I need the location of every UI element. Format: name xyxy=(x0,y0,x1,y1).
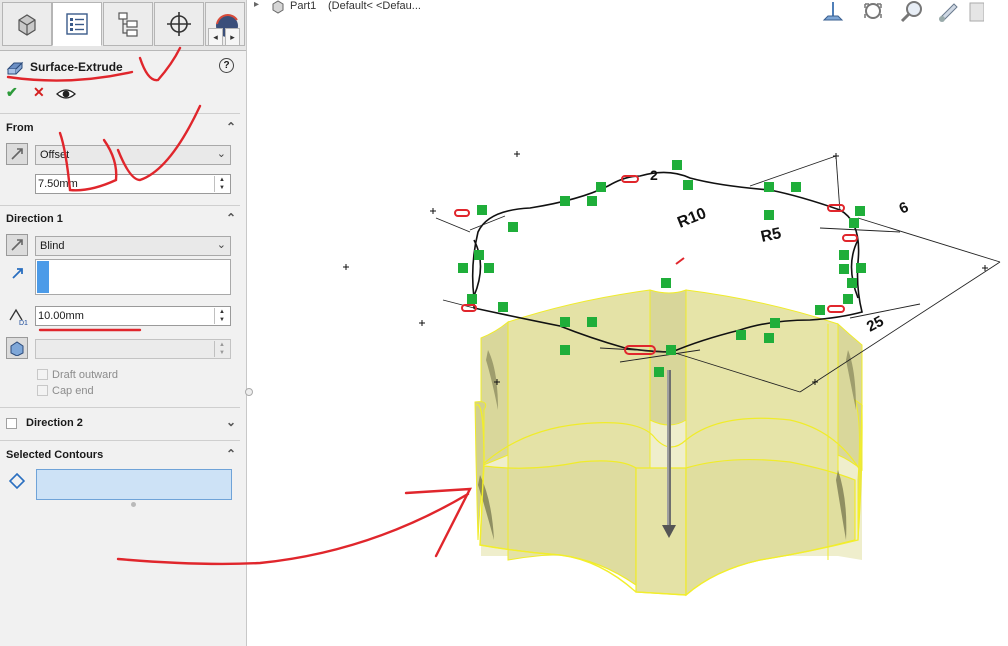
draft-angle-field[interactable]: ▲ ▼ xyxy=(35,339,231,359)
section-divider xyxy=(0,113,240,114)
selected-contours-title: Selected Contours xyxy=(6,449,104,461)
section-view-icon[interactable] xyxy=(964,0,984,24)
from-condition-select[interactable]: Offset ⌄ xyxy=(35,145,231,165)
direction1-section-header[interactable]: Direction 1 ⌃ xyxy=(0,207,246,231)
direction2-checkbox[interactable] xyxy=(6,418,17,429)
reverse-direction-button[interactable] xyxy=(6,234,28,256)
section-divider xyxy=(0,407,240,408)
cap-end-label: Cap end xyxy=(52,385,94,397)
draft-toggle-button[interactable] xyxy=(6,337,28,359)
from-section-title: From xyxy=(6,122,34,134)
from-section-header[interactable]: From ⌃ xyxy=(0,116,246,140)
part-icon xyxy=(18,14,36,36)
cap-end-checkbox[interactable] xyxy=(37,385,48,396)
extruded-surface-body[interactable] xyxy=(474,289,863,597)
sketch-point-markers xyxy=(343,151,988,385)
dimension-lines xyxy=(435,155,1001,393)
chevron-up-icon[interactable]: ⌃ xyxy=(226,447,236,461)
panel-tab-bar: ◂ ▸ xyxy=(0,0,246,51)
offset-distance-value: 7.50mm xyxy=(38,178,78,190)
sketch-profile[interactable] xyxy=(471,171,863,353)
selected-contours-list[interactable] xyxy=(36,469,232,500)
end-condition-select[interactable]: Blind ⌄ xyxy=(35,236,231,256)
from-start-icon[interactable] xyxy=(6,143,28,165)
tab-property-manager[interactable] xyxy=(52,2,102,46)
svg-text:D1: D1 xyxy=(19,320,28,326)
contour-diamond-icon xyxy=(9,473,25,489)
part-name[interactable]: Part1 xyxy=(290,0,316,12)
chevron-up-icon[interactable]: ⌃ xyxy=(226,211,236,225)
section-divider xyxy=(0,440,240,441)
spin-buttons[interactable]: ▲ ▼ xyxy=(214,176,229,192)
surface-extrude-icon xyxy=(6,61,24,75)
draft-outward-checkbox[interactable] xyxy=(37,369,48,380)
cancel-x-icon[interactable]: ✕ xyxy=(33,84,45,101)
chevron-down-icon[interactable]: ⌄ xyxy=(226,415,236,429)
draft-outward-label: Draft outward xyxy=(52,369,119,381)
spin-buttons: ▲ ▼ xyxy=(214,341,229,357)
from-condition-value: Offset xyxy=(40,149,70,161)
feature-actions: ✔ ✕ xyxy=(0,84,246,104)
direction2-section-title: Direction 2 xyxy=(26,417,83,429)
end-condition-value: Blind xyxy=(40,240,65,252)
dimension-r10: R10 xyxy=(675,205,709,232)
dimension-25: 25 xyxy=(864,313,887,336)
depth-field[interactable]: 10.00mm ▲ ▼ xyxy=(35,306,231,326)
resize-grip[interactable] xyxy=(131,502,136,507)
view-normal-icon[interactable] xyxy=(818,0,848,24)
feature-title: Surface-Extrude xyxy=(30,60,123,74)
previous-view-icon[interactable] xyxy=(932,0,962,24)
zoom-area-icon[interactable] xyxy=(896,0,926,24)
selection-focus-bar xyxy=(37,261,49,293)
depth-value: 10.00mm xyxy=(38,310,84,322)
sketch-dimension-labels: R10 R5 6 25 2 xyxy=(650,167,911,336)
extrude-direction-arrow[interactable] xyxy=(662,370,676,538)
expand-arrow-icon[interactable]: ▸ xyxy=(254,0,259,10)
feature-header: Surface-Extrude ? xyxy=(0,56,246,78)
ok-check-icon[interactable]: ✔ xyxy=(6,84,18,101)
tab-scroll-left-button[interactable]: ◂ xyxy=(208,28,223,46)
help-icon[interactable]: ? xyxy=(219,58,234,73)
depth-dimension-icon: D1 xyxy=(9,308,28,326)
chevron-down-icon: ⌄ xyxy=(216,239,226,251)
eye-icon[interactable] xyxy=(56,87,76,101)
crosshair-icon xyxy=(167,12,191,36)
part-icon xyxy=(272,0,284,14)
dimension-r5: R5 xyxy=(759,225,783,246)
direction1-section-title: Direction 1 xyxy=(6,213,63,225)
direction2-section-header[interactable]: Direction 2 ⌄ xyxy=(0,411,246,435)
sketch-relation-markers[interactable] xyxy=(454,160,866,377)
chevron-down-icon: ⌄ xyxy=(216,148,226,160)
configuration-icon xyxy=(118,12,138,37)
tab-dimxpert-manager[interactable] xyxy=(154,2,204,46)
panel-splitter-handle[interactable] xyxy=(245,388,253,396)
offset-distance-field[interactable]: 7.50mm ▲ ▼ xyxy=(35,174,231,194)
section-divider xyxy=(0,205,240,206)
tab-configuration-manager[interactable] xyxy=(103,2,153,46)
tab-scroll-right-button[interactable]: ▸ xyxy=(225,28,240,46)
tab-feature-manager[interactable] xyxy=(2,2,52,46)
selected-contours-header[interactable]: Selected Contours ⌃ xyxy=(0,443,246,467)
property-manager-icon xyxy=(66,13,88,35)
dimension-2: 2 xyxy=(650,167,658,183)
spin-buttons[interactable]: ▲ ▼ xyxy=(214,308,229,324)
configuration-name: (Default< <Defau... xyxy=(328,0,421,12)
dimension-6: 6 xyxy=(897,199,912,218)
direction-arrow-icon xyxy=(12,268,23,279)
zoom-to-fit-icon[interactable] xyxy=(858,0,888,24)
direction-reference-box[interactable] xyxy=(35,259,231,295)
chevron-up-icon[interactable]: ⌃ xyxy=(226,120,236,134)
property-manager-panel: ◂ ▸ Surface-Extrude ? ✔ ✕ From ⌃ Offset … xyxy=(0,0,247,646)
